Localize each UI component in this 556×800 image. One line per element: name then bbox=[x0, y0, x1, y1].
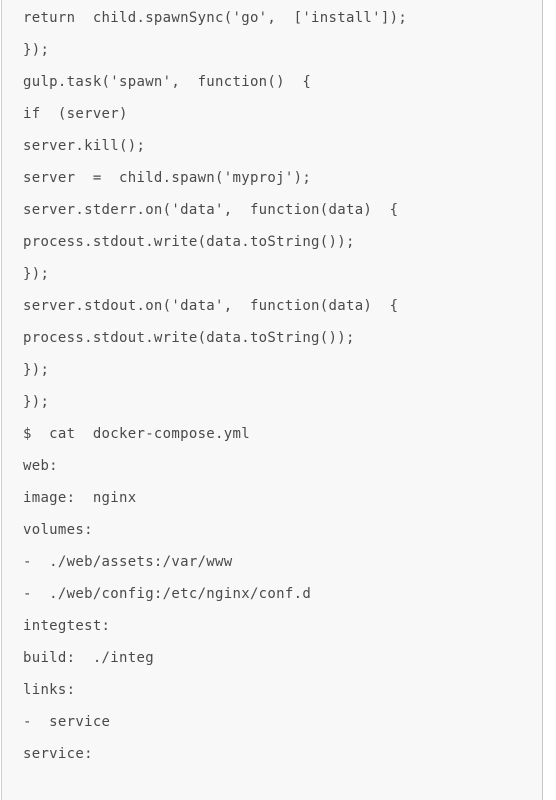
code-line: server = child.spawn('myproj'); bbox=[23, 170, 312, 186]
code-line: if (server) bbox=[23, 106, 128, 122]
code-line: }); bbox=[23, 362, 50, 378]
code-line: image: nginx bbox=[23, 490, 137, 506]
code-line: service: bbox=[23, 746, 93, 762]
code-line: server.kill(); bbox=[23, 138, 146, 154]
code-line: process.stdout.write(data.toString()); bbox=[23, 234, 355, 250]
code-line: }); bbox=[23, 42, 50, 58]
code-line: gulp.task('spawn', function() { bbox=[23, 74, 312, 90]
code-line: web: bbox=[23, 458, 58, 474]
code-line: }); bbox=[23, 266, 50, 282]
code-line: $ cat docker-compose.yml bbox=[23, 426, 250, 442]
code-line: build: ./integ bbox=[23, 650, 154, 666]
code-block: return child.spawnSync('go', ['install']… bbox=[1, 0, 543, 800]
code-line: }); bbox=[23, 394, 50, 410]
code-line: process.stdout.write(data.toString()); bbox=[23, 330, 355, 346]
code-line: volumes: bbox=[23, 522, 93, 538]
code-line: return child.spawnSync('go', ['install']… bbox=[23, 10, 408, 26]
code-line: - ./web/config:/etc/nginx/conf.d bbox=[23, 586, 312, 602]
code-line: server.stderr.on('data', function(data) … bbox=[23, 202, 399, 218]
code-line: integtest: bbox=[23, 618, 111, 634]
code-line: - ./web/assets:/var/www bbox=[23, 554, 233, 570]
code-line: server.stdout.on('data', function(data) … bbox=[23, 298, 399, 314]
code-line: links: bbox=[23, 682, 76, 698]
code-line: - service bbox=[23, 714, 111, 730]
